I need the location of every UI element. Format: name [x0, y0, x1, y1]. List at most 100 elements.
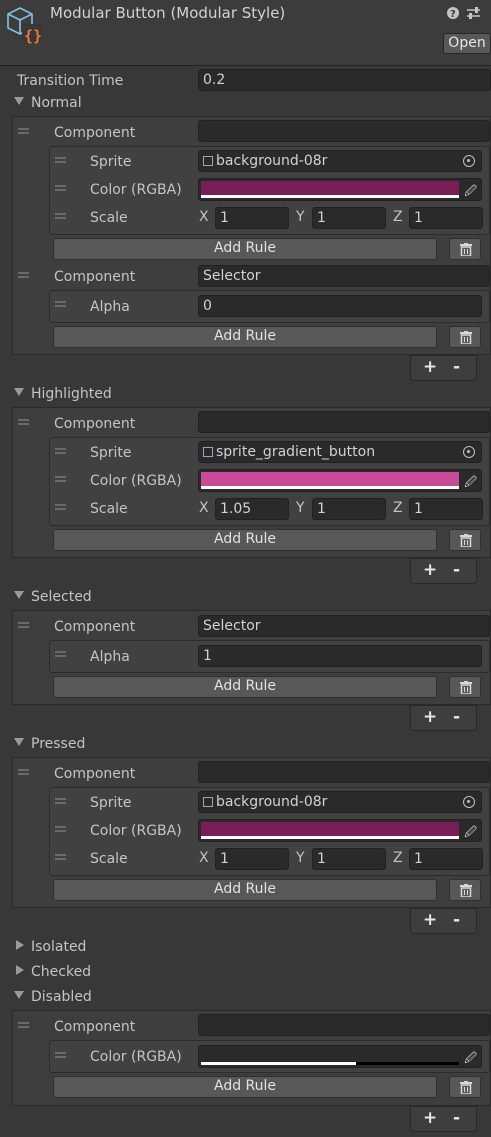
scale-label: Scale	[90, 851, 128, 867]
disabled-color-field[interactable]: 🖉	[198, 1045, 482, 1068]
remove-component-button[interactable]: -	[453, 1108, 460, 1128]
pressed-scale-z[interactable]: 1	[409, 848, 483, 870]
isolated-foldout[interactable]: Isolated	[16, 939, 86, 955]
transition-time-field[interactable]: 0.2	[198, 69, 491, 91]
normal-sprite-field[interactable]: background-08r	[198, 150, 482, 172]
remove-component-button[interactable]: -	[453, 707, 460, 727]
pressed-component-field[interactable]	[198, 761, 490, 783]
highlighted-scale-y[interactable]: 1	[312, 498, 386, 520]
add-rule-button[interactable]: Add Rule	[53, 1076, 437, 1098]
drag-handle-icon[interactable]	[55, 301, 66, 307]
add-rule-button[interactable]: Add Rule	[53, 529, 437, 551]
pressed-scale-y[interactable]: 1	[312, 848, 386, 870]
add-component-button[interactable]: +	[423, 910, 437, 930]
pressed-scale-x[interactable]: 1	[215, 848, 289, 870]
settings-sliders-icon[interactable]	[466, 6, 481, 20]
delete-component-button[interactable]	[449, 529, 481, 551]
drag-handle-icon[interactable]	[55, 651, 66, 657]
drag-handle-icon[interactable]	[55, 213, 66, 219]
delete-component-button[interactable]	[449, 238, 481, 260]
add-rule-button[interactable]: Add Rule	[53, 326, 437, 348]
eyedropper-icon[interactable]: 🖉	[464, 473, 477, 494]
highlighted-scale-x[interactable]: 1.05	[215, 498, 289, 520]
color-label: Color (RGBA)	[90, 1049, 182, 1065]
z-axis-label: Z	[393, 850, 403, 866]
normal-list-footer: + -	[410, 355, 477, 381]
pressed-sprite-field[interactable]: background-08r	[198, 791, 482, 813]
highlighted-label: Highlighted	[31, 386, 112, 402]
pressed-color-field[interactable]: 🖉	[198, 819, 482, 842]
drag-handle-icon[interactable]	[55, 1052, 66, 1058]
component-label: Component	[54, 619, 136, 635]
drag-handle-icon[interactable]	[18, 1022, 29, 1028]
delete-component-button[interactable]	[449, 1076, 481, 1098]
script-icon: {}	[7, 7, 42, 45]
drag-handle-icon[interactable]	[55, 854, 66, 860]
normal-foldout[interactable]: Normal	[14, 95, 82, 111]
checked-foldout[interactable]: Checked	[16, 964, 91, 980]
pressed-foldout[interactable]: Pressed	[14, 736, 85, 752]
selected-foldout[interactable]: Selected	[14, 589, 92, 605]
open-button[interactable]: Open	[443, 33, 491, 54]
eyedropper-icon[interactable]: 🖉	[464, 182, 477, 203]
delete-component-button[interactable]	[449, 326, 481, 348]
eyedropper-icon[interactable]: 🖉	[464, 1049, 477, 1070]
highlighted-scale-z[interactable]: 1	[409, 498, 483, 520]
remove-component-button[interactable]: -	[453, 357, 460, 377]
add-component-button[interactable]: +	[423, 707, 437, 727]
highlighted-color-field[interactable]: 🖉	[198, 469, 482, 492]
color-label: Color (RGBA)	[90, 182, 182, 198]
drag-handle-icon[interactable]	[55, 826, 66, 832]
normal-scale-y[interactable]: 1	[312, 207, 386, 229]
delete-component-button[interactable]	[449, 879, 481, 901]
drag-handle-icon[interactable]	[18, 769, 29, 775]
component-label: Component	[54, 269, 136, 285]
sprite-label: Sprite	[90, 795, 132, 811]
drag-handle-icon[interactable]	[55, 185, 66, 191]
highlighted-sprite-field[interactable]: sprite_gradient_button	[198, 441, 482, 463]
normal-color-field[interactable]: 🖉	[198, 178, 482, 201]
disabled-component-field[interactable]	[198, 1014, 490, 1036]
add-component-button[interactable]: +	[423, 560, 437, 580]
inspector-header: {} Modular Button (Modular Style) ? Open	[0, 0, 491, 66]
add-rule-button[interactable]: Add Rule	[53, 676, 437, 698]
selected-component-field[interactable]: Selector	[198, 615, 490, 637]
add-component-button[interactable]: +	[423, 357, 437, 377]
normal-scale-x[interactable]: 1	[215, 207, 289, 229]
object-picker-icon[interactable]	[463, 446, 475, 458]
delete-component-button[interactable]	[449, 676, 481, 698]
normal-component2-field[interactable]: Selector	[198, 265, 490, 287]
alpha-bar	[201, 195, 459, 198]
remove-component-button[interactable]: -	[453, 910, 460, 930]
drag-handle-icon[interactable]	[55, 448, 66, 454]
add-rule-button[interactable]: Add Rule	[53, 879, 437, 901]
highlighted-component-field[interactable]	[198, 411, 490, 433]
highlighted-foldout[interactable]: Highlighted	[14, 386, 112, 402]
remove-component-button[interactable]: -	[453, 560, 460, 580]
drag-handle-icon[interactable]	[55, 476, 66, 482]
color-swatch	[201, 822, 459, 836]
normal-alpha-field[interactable]: 0	[198, 295, 482, 317]
sprite-icon	[203, 156, 213, 166]
collapsed-arrow-icon	[16, 940, 24, 950]
object-picker-icon[interactable]	[463, 796, 475, 808]
selected-list-footer: + -	[410, 705, 477, 731]
drag-handle-icon[interactable]	[18, 128, 29, 134]
object-picker-icon[interactable]	[463, 155, 475, 167]
drag-handle-icon[interactable]	[55, 157, 66, 163]
drag-handle-icon[interactable]	[55, 798, 66, 804]
selected-alpha-field[interactable]: 1	[198, 645, 482, 667]
drag-handle-icon[interactable]	[18, 272, 29, 278]
drag-handle-icon[interactable]	[18, 622, 29, 628]
color-swatch	[201, 1048, 459, 1062]
normal-scale-z[interactable]: 1	[409, 207, 483, 229]
trash-icon	[460, 681, 472, 694]
drag-handle-icon[interactable]	[55, 504, 66, 510]
help-icon[interactable]: ?	[446, 6, 460, 20]
disabled-foldout[interactable]: Disabled	[14, 989, 92, 1005]
drag-handle-icon[interactable]	[18, 419, 29, 425]
normal-component-field[interactable]	[198, 120, 490, 142]
add-rule-button[interactable]: Add Rule	[53, 238, 437, 260]
eyedropper-icon[interactable]: 🖉	[464, 823, 477, 844]
add-component-button[interactable]: +	[423, 1108, 437, 1128]
